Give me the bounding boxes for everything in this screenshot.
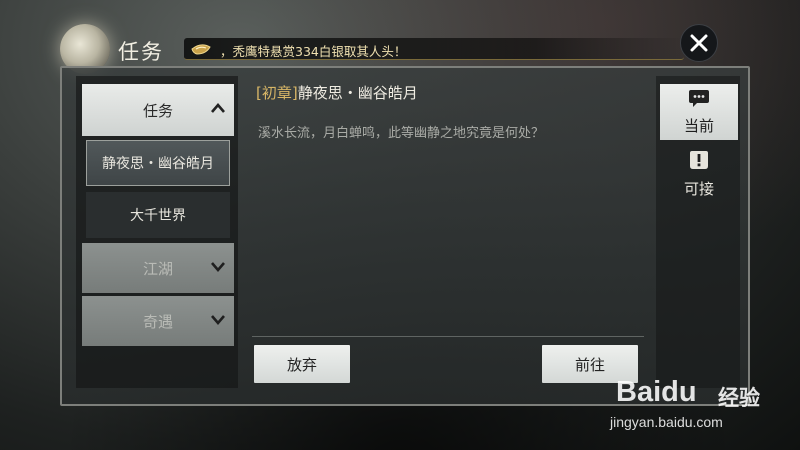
page-title: 任务	[118, 40, 164, 64]
ticker-text: ，秃鹰特悬赏334白银取其人头！	[220, 44, 407, 59]
tab-available-label: 可接	[683, 180, 714, 198]
quest-item-label: 大千世界	[130, 208, 186, 224]
quest-item-selected[interactable]: 静夜思・幽谷皓月	[86, 140, 230, 186]
tab-current[interactable]: 当前	[660, 84, 738, 140]
quest-item[interactable]: 大千世界	[86, 192, 230, 238]
baidu-watermark: Baidu 经验 jingyan.baidu.com	[610, 372, 790, 442]
tab-current-label: 当前	[683, 117, 714, 135]
chevron-down-icon	[210, 259, 226, 277]
tab-jianghu[interactable]: 江湖	[82, 243, 234, 293]
quest-title: [初章]静夜思・幽谷皓月	[256, 82, 418, 103]
chevron-down-icon	[210, 312, 226, 330]
watermark-url: jingyan.baidu.com	[610, 414, 723, 430]
speech-bubble-icon	[688, 88, 710, 112]
exclamation-scroll-icon	[689, 149, 709, 175]
close-button[interactable]	[680, 24, 718, 62]
tab-encounters-label: 奇遇	[142, 312, 173, 331]
gold-ingot-icon	[190, 40, 212, 56]
divider	[252, 336, 644, 337]
tab-encounters[interactable]: 奇遇	[82, 296, 234, 346]
abandon-button[interactable]: 放弃	[254, 345, 350, 383]
chevron-up-icon	[210, 100, 226, 118]
watermark-brand: Baidu	[616, 376, 697, 408]
tab-quests-label: 任务	[142, 101, 173, 120]
quest-description: 溪水长流，月白蝉鸣，此等幽静之地究竟是何处？	[258, 126, 545, 141]
header-bar: 任务 ，秃鹰特悬赏334白银取其人头！	[60, 24, 740, 74]
quest-chapter-tag: [初章]	[256, 84, 298, 102]
watermark-sub: 经验	[718, 386, 760, 410]
bounty-ticker: ，秃鹰特悬赏334白银取其人头！	[184, 38, 684, 60]
tab-quests[interactable]: 任务	[82, 84, 234, 136]
quest-name: 静夜思・幽谷皓月	[297, 84, 418, 102]
tab-available[interactable]: 可接	[660, 146, 738, 202]
tab-jianghu-label: 江湖	[142, 259, 173, 278]
close-icon	[690, 34, 708, 52]
quest-item-label: 静夜思・幽谷皓月	[102, 156, 214, 172]
